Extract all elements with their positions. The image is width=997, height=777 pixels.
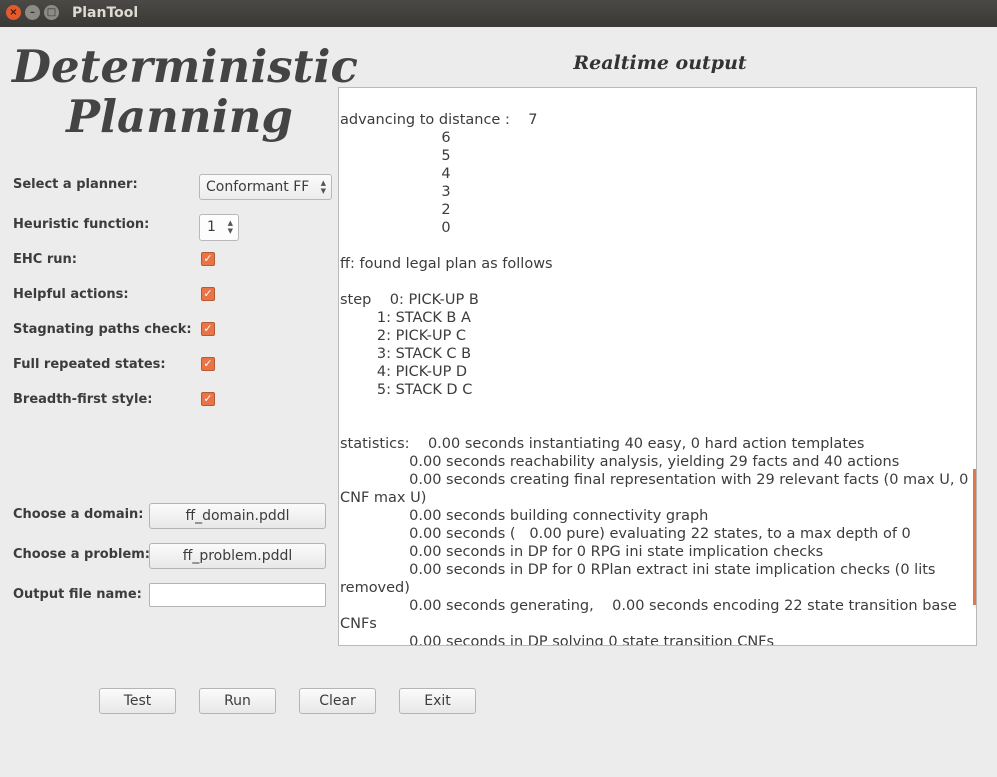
clear-button[interactable]: Clear bbox=[299, 688, 376, 714]
exit-button[interactable]: Exit bbox=[399, 688, 476, 714]
close-window-button[interactable]: × bbox=[6, 5, 21, 20]
output-scrollbar[interactable] bbox=[973, 469, 976, 605]
helpful-actions-label: Helpful actions: bbox=[13, 287, 129, 302]
output-log-text: advancing to distance : 7 6 5 4 3 2 0 ff… bbox=[340, 112, 969, 646]
full-repeated-states-checkbox[interactable]: ✓ bbox=[201, 357, 215, 371]
stagnating-paths-checkbox[interactable]: ✓ bbox=[201, 322, 215, 336]
problem-label: Choose a problem: bbox=[13, 547, 151, 562]
breadth-first-checkbox[interactable]: ✓ bbox=[201, 392, 215, 406]
window-titlebar: × – □ PlanTool bbox=[0, 0, 997, 27]
app-title: Deterministic Planning bbox=[12, 40, 358, 143]
breadth-first-label: Breadth-first style: bbox=[13, 392, 153, 407]
spinner-arrows-icon[interactable]: ▲ ▼ bbox=[228, 219, 233, 235]
check-icon: ✓ bbox=[203, 287, 213, 300]
check-icon: ✓ bbox=[203, 252, 213, 265]
minimize-window-button[interactable]: – bbox=[25, 5, 40, 20]
planner-select-value: Conformant FF bbox=[206, 179, 310, 195]
heuristic-label: Heuristic function: bbox=[13, 217, 150, 232]
stagnating-paths-label: Stagnating paths check: bbox=[13, 322, 192, 337]
output-file-input[interactable] bbox=[149, 583, 326, 607]
app-title-line2: Planning bbox=[66, 90, 293, 143]
app-title-line1: Deterministic bbox=[12, 40, 358, 93]
ehc-run-checkbox[interactable]: ✓ bbox=[201, 252, 215, 266]
full-repeated-states-label: Full repeated states: bbox=[13, 357, 166, 372]
ehc-run-label: EHC run: bbox=[13, 252, 77, 267]
domain-label: Choose a domain: bbox=[13, 507, 144, 522]
planner-label: Select a planner: bbox=[13, 177, 138, 192]
window-title: PlanTool bbox=[72, 5, 139, 21]
choose-problem-button[interactable]: ff_problem.pddl bbox=[149, 543, 326, 569]
output-heading: Realtime output bbox=[573, 52, 747, 74]
heuristic-spinner-value: 1 bbox=[207, 219, 216, 235]
run-button[interactable]: Run bbox=[199, 688, 276, 714]
choose-domain-button[interactable]: ff_domain.pddl bbox=[149, 503, 326, 529]
test-button[interactable]: Test bbox=[99, 688, 176, 714]
check-icon: ✓ bbox=[203, 357, 213, 370]
heuristic-spinner[interactable]: 1 ▲ ▼ bbox=[199, 214, 239, 241]
output-file-label: Output file name: bbox=[13, 587, 142, 602]
check-icon: ✓ bbox=[203, 322, 213, 335]
combo-arrows-icon: ▲ ▼ bbox=[320, 179, 326, 195]
realtime-output-area[interactable]: advancing to distance : 7 6 5 4 3 2 0 ff… bbox=[338, 87, 977, 646]
helpful-actions-checkbox[interactable]: ✓ bbox=[201, 287, 215, 301]
maximize-window-button[interactable]: □ bbox=[44, 5, 59, 20]
planner-select[interactable]: Conformant FF ▲ ▼ bbox=[199, 174, 332, 200]
check-icon: ✓ bbox=[203, 392, 213, 405]
